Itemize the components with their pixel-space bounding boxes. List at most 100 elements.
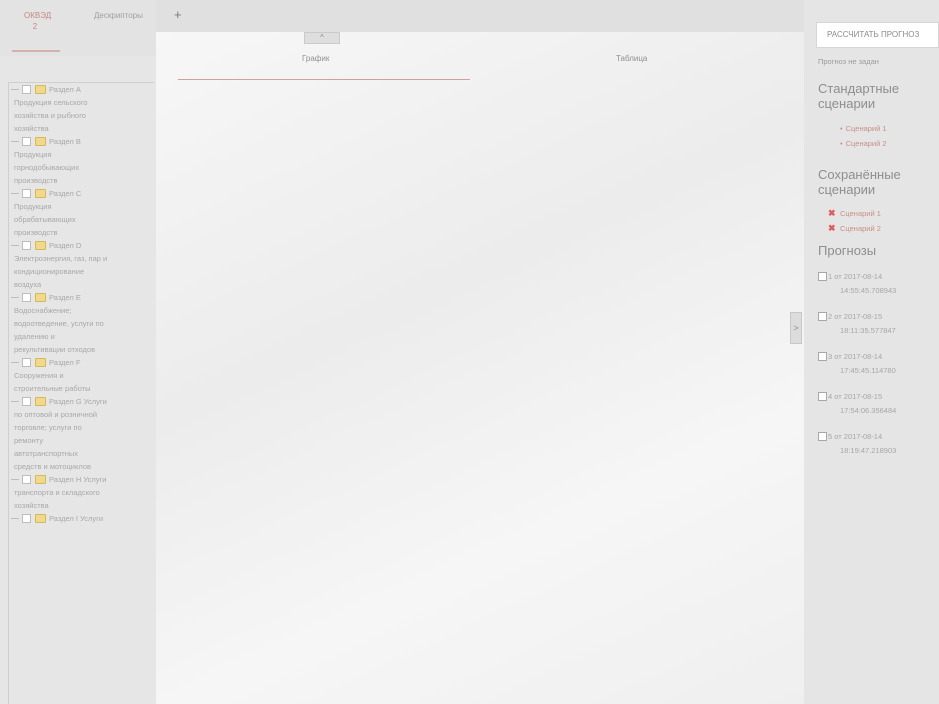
delete-icon[interactable]: ✖	[828, 223, 836, 234]
tree-node[interactable]: Раздел С Продукция обрабатывающих производс…	[9, 187, 154, 239]
calculate-forecast-button[interactable]: РАССЧИТАТЬ ПРОГНОЗ	[816, 22, 939, 48]
tree-node[interactable]: Раздел Е Водоснабжение; водоотведение, усл…	[9, 291, 154, 356]
tree-node-description: автотранспортных	[14, 449, 78, 458]
tree-node-header[interactable]: Раздел А	[11, 83, 154, 96]
tree-node-description: удалению и	[14, 332, 55, 341]
tree-node-header[interactable]: Раздел G Услуги	[11, 395, 154, 408]
tree-node-header[interactable]: Раздел С	[11, 187, 154, 200]
tree-connector	[11, 141, 19, 142]
forecast-label: 5 от 2017-08-14	[828, 432, 883, 441]
tree-checkbox[interactable]	[22, 293, 31, 302]
forecast-checkbox[interactable]	[818, 312, 827, 321]
tree-node[interactable]: Раздел F Сооружения и строительные работы	[9, 356, 154, 395]
bullet-icon: •	[840, 139, 843, 148]
tree-node-label: Раздел С	[49, 189, 82, 198]
forecast-checkbox[interactable]	[818, 272, 827, 281]
forecasts-heading: Прогнозы	[818, 243, 877, 258]
tree-node-label: Раздел А	[49, 85, 81, 94]
tree-node[interactable]: Раздел В Продукция горнодобывающих производ…	[9, 135, 154, 187]
tree-node[interactable]: Раздел D Электроэнергия, газ, пар и кондиц…	[9, 239, 154, 291]
forecast-time: 17:54:06.356484	[840, 406, 897, 415]
tab-graph[interactable]: График	[302, 54, 329, 63]
delete-icon[interactable]: ✖	[828, 208, 836, 219]
scenario-label: Сценарий 1	[845, 124, 887, 133]
collapse-top-button[interactable]: ^	[304, 32, 340, 44]
tree-checkbox[interactable]	[22, 475, 31, 484]
forecast-label: 4 от 2017-08-15	[828, 392, 883, 401]
tree-node-header[interactable]: Раздел I Услуги	[11, 512, 154, 525]
tree-checkbox[interactable]	[22, 514, 31, 523]
tree-node-description: рекультивации отходов	[14, 345, 96, 354]
tree-checkbox[interactable]	[22, 189, 31, 198]
forecast-time: 17:45:45.114780	[840, 366, 896, 375]
tree-node-description: Сооружения и	[14, 371, 64, 380]
tree-checkbox[interactable]	[22, 241, 31, 250]
tree-node-header[interactable]: Раздел Н Услуги	[11, 473, 154, 486]
tree-checkbox[interactable]	[22, 358, 31, 367]
right-sidebar: РАССЧИТАТЬ ПРОГНОЗ Прогноз не задан Стан…	[804, 0, 939, 704]
forecast-label: 1 от 2017-08-14	[828, 272, 883, 281]
standard-scenario-1[interactable]: • Сценарий 1	[840, 124, 887, 133]
collapse-right-button[interactable]: >	[790, 312, 802, 344]
tree-checkbox[interactable]	[22, 397, 31, 406]
tree-node[interactable]: Раздел Н Услуги транспорта и складского хо…	[9, 473, 154, 512]
tree-node-header[interactable]: Раздел Е	[11, 291, 154, 304]
tree-node-description: торговле; услуги по	[14, 423, 82, 432]
tree-node[interactable]: Раздел G Услуги по оптовой и розничной тор…	[9, 395, 154, 473]
tree-connector	[11, 245, 19, 246]
forecast-label: 3 от 2017-08-14	[828, 352, 883, 361]
tree-node-label: Раздел В	[49, 137, 81, 146]
tree-node-label: Раздел G Услуги	[49, 397, 107, 406]
tab-okved-label: ОКВЭД	[24, 11, 52, 20]
folder-icon	[35, 475, 46, 484]
saved-scenario-2[interactable]: ✖ Сценарий 2	[828, 223, 881, 233]
tree-node-label: Раздел I Услуги	[49, 514, 104, 523]
tree-connector	[11, 479, 19, 480]
tree-connector	[11, 297, 19, 298]
tree-node-description: транспорта и складского	[14, 488, 100, 497]
tab-table[interactable]: Таблица	[616, 54, 647, 63]
add-tab-button[interactable]: +	[174, 8, 182, 21]
active-view-underline	[178, 79, 470, 80]
folder-icon	[35, 85, 46, 94]
forecast-checkbox[interactable]	[818, 392, 827, 401]
tree-checkbox[interactable]	[22, 137, 31, 146]
forecast-checkbox[interactable]	[818, 352, 827, 361]
folder-icon	[35, 137, 46, 146]
tree-node-header[interactable]: Раздел D	[11, 239, 154, 252]
tree-node-header[interactable]: Раздел F	[11, 356, 154, 369]
tree-node-label: Раздел Н Услуги	[49, 475, 107, 484]
tree-connector	[11, 362, 19, 363]
tree-node[interactable]: Раздел I Услуги	[9, 512, 154, 525]
tree-node-label: Раздел Е	[49, 293, 81, 302]
folder-icon	[35, 397, 46, 406]
bullet-icon: •	[840, 124, 843, 133]
chevron-right-icon: >	[793, 323, 799, 333]
tree-node-description: водоотведение, услуги по	[14, 319, 104, 328]
tree-node-description: хозяйства	[14, 501, 49, 510]
tree-node-header[interactable]: Раздел В	[11, 135, 154, 148]
saved-scenario-1[interactable]: ✖ Сценарий 1	[828, 208, 881, 218]
forecast-label: 2 от 2017-08-15	[828, 312, 883, 321]
scenario-label: Сценарий 2	[845, 139, 887, 148]
tab-okved[interactable]: ОКВЭД 2	[24, 10, 51, 32]
saved-scenarios-heading: Сохранённые сценарии	[818, 167, 901, 197]
forecast-checkbox[interactable]	[818, 432, 827, 441]
tree-node-description: ремонту	[14, 436, 44, 445]
tree-connector	[11, 518, 19, 519]
folder-icon	[35, 189, 46, 198]
tree-node-description: Продукция	[14, 202, 52, 211]
tree-node-description: производств	[14, 176, 58, 185]
scenario-label: Сценарий 2	[840, 224, 881, 233]
folder-icon	[35, 241, 46, 250]
tree-node[interactable]: Раздел А Продукция сельского хозяйства и р…	[9, 83, 154, 135]
tree-node-description: обрабатывающих	[14, 215, 76, 224]
chevron-up-icon: ^	[320, 33, 324, 42]
tree-node-description: Продукция	[14, 150, 52, 159]
tree-connector	[11, 89, 19, 90]
folder-icon	[35, 358, 46, 367]
tab-descriptors[interactable]: Дескрипторы	[94, 10, 143, 21]
standard-scenario-2[interactable]: • Сценарий 2	[840, 139, 887, 148]
tree-node-description: хозяйства	[14, 124, 49, 133]
tree-checkbox[interactable]	[22, 85, 31, 94]
